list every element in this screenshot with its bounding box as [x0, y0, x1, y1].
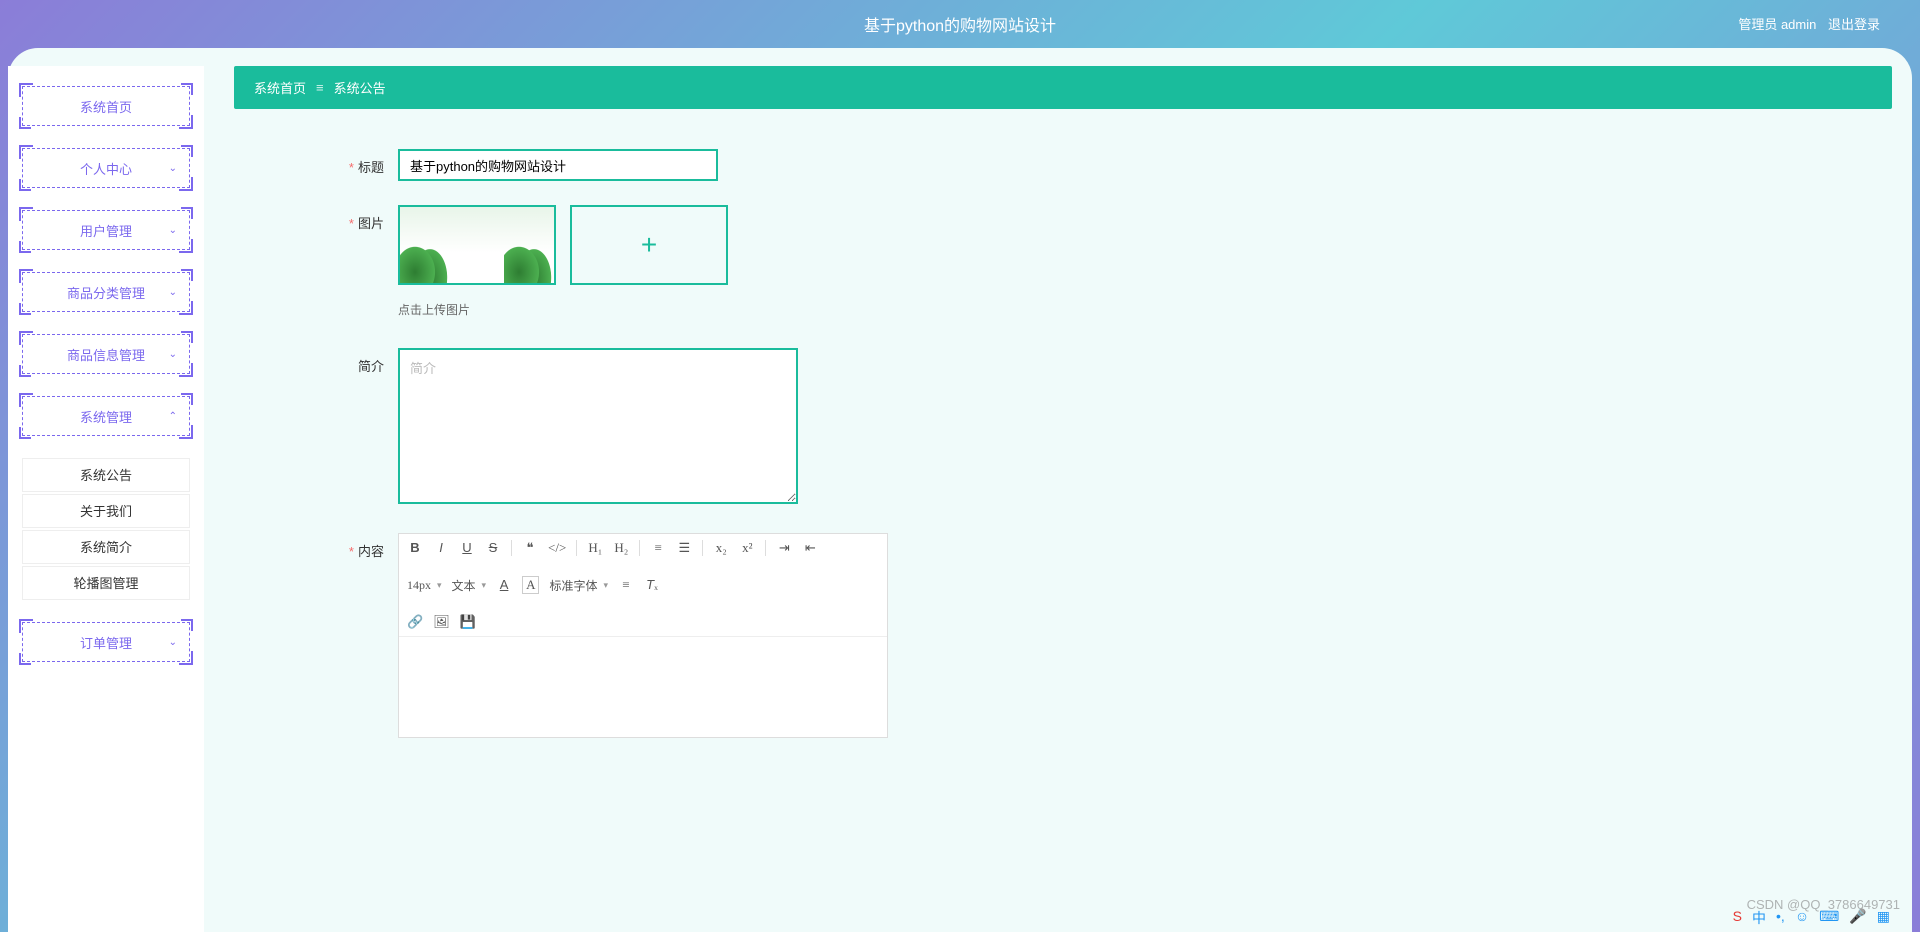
- text-type-select[interactable]: 文本: [452, 577, 487, 594]
- quote-icon[interactable]: ❝: [522, 540, 538, 556]
- chevron-down-icon: ⌄: [169, 637, 177, 648]
- chevron-down-icon: ⌄: [169, 163, 177, 174]
- uploaded-image-thumb[interactable]: [398, 205, 556, 285]
- grid-icon[interactable]: ▦: [1877, 908, 1890, 928]
- sidebar-item-profile[interactable]: 个人中心 ⌄: [22, 148, 190, 188]
- form-row-image: *图片 +: [294, 205, 1832, 285]
- logout-link[interactable]: 退出登录: [1828, 17, 1880, 32]
- save-icon[interactable]: 💾: [460, 614, 476, 630]
- underline-icon[interactable]: U: [459, 540, 475, 556]
- unordered-list-icon[interactable]: ☰: [676, 540, 692, 556]
- emoji-icon[interactable]: ☺: [1795, 908, 1809, 928]
- main-content: 系统首页 ≡ 系统公告 *标题 *图片 +: [204, 66, 1912, 932]
- breadcrumb: 系统首页 ≡ 系统公告: [234, 66, 1892, 109]
- form-row-title: *标题: [294, 149, 1832, 181]
- title-label: *标题: [294, 149, 384, 176]
- sidebar-item-orders[interactable]: 订单管理 ⌄: [22, 622, 190, 662]
- sidebar-item-label: 用户管理: [80, 221, 132, 240]
- code-icon[interactable]: </>: [548, 540, 566, 556]
- font-size-select[interactable]: 14px: [407, 578, 442, 593]
- sidebar-item-label: 系统首页: [80, 97, 132, 116]
- text-color-icon[interactable]: A: [496, 577, 512, 593]
- ordered-list-icon[interactable]: ≡: [650, 540, 666, 556]
- ime-text[interactable]: 中: [1752, 908, 1766, 928]
- chevron-down-icon: ⌄: [169, 287, 177, 298]
- add-image-button[interactable]: +: [570, 205, 728, 285]
- sidebar-item-label: 商品信息管理: [67, 345, 145, 364]
- strike-icon[interactable]: S: [485, 540, 501, 556]
- form-area: *标题 *图片 + 点击上传图片 简介: [234, 109, 1892, 802]
- title-input[interactable]: [398, 149, 718, 181]
- upload-hint: 点击上传图片: [398, 301, 1832, 318]
- sidebar-item-users[interactable]: 用户管理 ⌄: [22, 210, 190, 250]
- main-panel: 系统首页 个人中心 ⌄ 用户管理 ⌄ 商品分类管理 ⌄ 商品信息管理 ⌄ 系统管…: [8, 48, 1912, 932]
- sidebar-sub-about[interactable]: 关于我们: [22, 494, 190, 528]
- sidebar-item-home[interactable]: 系统首页: [22, 86, 190, 126]
- sidebar-sub-carousel[interactable]: 轮播图管理: [22, 566, 190, 600]
- sidebar-item-label: 商品分类管理: [67, 283, 145, 302]
- sidebar-item-system[interactable]: 系统管理 ⌃: [22, 396, 190, 436]
- taskbar-icons: S 中 •, ☺ ⌨ 🎤 ▦: [1733, 908, 1890, 928]
- bold-icon[interactable]: B: [407, 540, 423, 556]
- h1-icon[interactable]: H₁: [587, 540, 603, 556]
- link-icon[interactable]: 🔗: [407, 614, 423, 630]
- sidebar-item-product[interactable]: 商品信息管理 ⌄: [22, 334, 190, 374]
- sidebar-item-label: 个人中心: [80, 159, 132, 178]
- align-icon[interactable]: ≡: [618, 577, 634, 593]
- intro-label: 简介: [294, 348, 384, 375]
- breadcrumb-sep: ≡: [316, 80, 324, 95]
- mic-icon[interactable]: 🎤: [1849, 908, 1866, 928]
- clear-format-icon[interactable]: Tₓ: [644, 577, 660, 593]
- sidebar-sub-intro[interactable]: 系统简介: [22, 530, 190, 564]
- outdent-icon[interactable]: ⇤: [802, 540, 818, 556]
- breadcrumb-current: 系统公告: [334, 78, 386, 97]
- sidebar-item-label: 系统管理: [80, 407, 132, 426]
- subscript-icon[interactable]: x₂: [713, 540, 729, 556]
- h2-icon[interactable]: H₂: [613, 540, 629, 556]
- plus-icon: +: [641, 229, 657, 261]
- image-label: *图片: [294, 205, 384, 232]
- editor-content-area[interactable]: [399, 637, 887, 737]
- intro-textarea[interactable]: [398, 348, 798, 504]
- rich-text-editor: B I U S ❝ </> H₁ H₂ ≡ ☰: [398, 533, 888, 738]
- italic-icon[interactable]: I: [433, 540, 449, 556]
- sidebar-item-label: 订单管理: [80, 633, 132, 652]
- bg-color-icon[interactable]: A: [522, 576, 539, 594]
- indent-icon[interactable]: ⇥: [776, 540, 792, 556]
- font-family-select[interactable]: 标准字体: [549, 577, 608, 594]
- image-icon[interactable]: 🖼: [433, 614, 450, 630]
- admin-label[interactable]: 管理员 admin: [1738, 17, 1816, 32]
- content-label: *内容: [294, 533, 384, 560]
- chevron-up-icon: ⌃: [169, 411, 177, 422]
- form-row-content: *内容 B I U S ❝ </> H₁ H₂: [294, 533, 1832, 738]
- ime-icon[interactable]: S: [1733, 908, 1742, 928]
- punct-icon[interactable]: •,: [1776, 908, 1785, 928]
- form-row-intro: 简介: [294, 348, 1832, 509]
- sidebar-item-category[interactable]: 商品分类管理 ⌄: [22, 272, 190, 312]
- editor-toolbar: B I U S ❝ </> H₁ H₂ ≡ ☰: [399, 534, 887, 637]
- chevron-down-icon: ⌄: [169, 225, 177, 236]
- app-title: 基于python的购物网站设计: [864, 12, 1056, 36]
- keyboard-icon[interactable]: ⌨: [1819, 908, 1839, 928]
- sidebar: 系统首页 个人中心 ⌄ 用户管理 ⌄ 商品分类管理 ⌄ 商品信息管理 ⌄ 系统管…: [8, 66, 204, 932]
- sidebar-sub-announcement[interactable]: 系统公告: [22, 458, 190, 492]
- breadcrumb-home[interactable]: 系统首页: [254, 78, 306, 97]
- superscript-icon[interactable]: x²: [739, 540, 755, 556]
- user-area: 管理员 admin 退出登录: [1730, 14, 1880, 33]
- chevron-down-icon: ⌄: [169, 349, 177, 360]
- top-header: 基于python的购物网站设计 管理员 admin 退出登录: [0, 0, 1920, 48]
